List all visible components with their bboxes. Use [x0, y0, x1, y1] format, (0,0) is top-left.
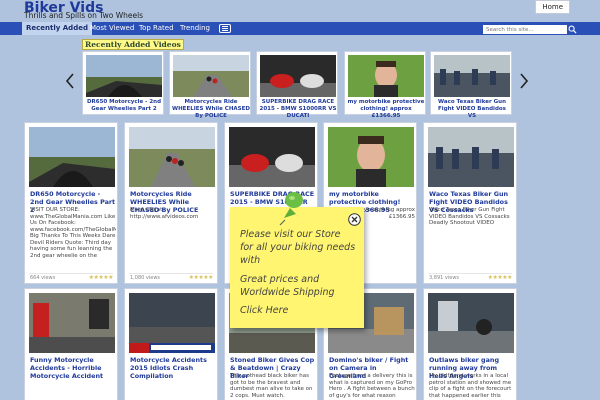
site-tagline: Thrills and Spills on Two Wheels [24, 11, 144, 20]
video-thumbnail[interactable] [229, 127, 315, 187]
video-thumbnail[interactable] [29, 127, 115, 187]
carousel-item[interactable]: my motorbike protective clothing! approx… [344, 51, 426, 119]
video-description: VISIT OUR STORE: www.TheGlobalMania.com … [30, 207, 116, 259]
promo-line: Please visit our Store [240, 229, 341, 240]
video-description: Footage from a delivery this is what is … [329, 373, 415, 399]
recent-videos-heading: Recently Added Videos [82, 39, 184, 50]
video-card[interactable]: DR650 Motorcycle - 2nd Gear Wheelies Par… [24, 122, 118, 284]
rating-stars-icon: ★★★★★ [88, 274, 114, 281]
nav-top-rated[interactable]: Top Rated [139, 22, 174, 35]
promo-click-here-link[interactable]: Click Here [240, 305, 288, 316]
video-thumbnail[interactable] [434, 55, 510, 97]
view-count: 3,891 views [429, 275, 460, 281]
video-card[interactable]: Motorcycles Ride WHEELIES While CHASED B… [124, 122, 218, 284]
carousel-item-title[interactable]: Waco Texas Biker Gun Fight VIDEO Bandido… [433, 99, 511, 120]
search-input[interactable] [483, 25, 567, 34]
carousel-next-arrow-icon[interactable] [518, 71, 530, 91]
video-title[interactable]: Funny Motorcycle Accidents - Horrible Mo… [30, 356, 116, 380]
video-thumbnail[interactable] [29, 293, 115, 353]
video-thumbnail[interactable] [129, 127, 215, 187]
video-description: My girlfriend works in a local petrol st… [429, 373, 512, 400]
main-nav: Recently Added Most Viewed Top Rated Tre… [0, 22, 600, 35]
rating-stars-icon: ★★★★★ [487, 274, 513, 281]
promo-line: Great prices and [240, 274, 320, 285]
carousel-item-title[interactable]: DR650 Motorcycle - 2nd Gear Wheelies Par… [85, 99, 163, 113]
video-thumbnail[interactable] [173, 55, 249, 97]
video-card[interactable]: Waco Texas Biker Gun Fight VIDEO Bandido… [423, 122, 517, 284]
promo-line: for all your biking needs [240, 242, 356, 253]
nav-most-viewed[interactable]: Most Viewed [90, 22, 134, 35]
video-title[interactable]: Motorcycle Accidents 2015 Idiots Crash C… [130, 356, 216, 380]
video-thumbnail[interactable] [428, 127, 514, 187]
nav-trending[interactable]: Trending [180, 22, 210, 35]
menu-icon[interactable] [219, 24, 231, 33]
carousel-item-title[interactable]: Motorcycles Ride WHEELIES While CHASED B… [172, 99, 250, 120]
carousel-item-title[interactable]: SUPERBIKE DRAG RACE 2015 - BMW S1000RR V… [259, 99, 337, 120]
promo-line: Worldwide Shipping [240, 287, 335, 298]
search-icon[interactable] [568, 25, 577, 34]
video-thumbnail[interactable] [129, 293, 215, 353]
video-thumbnail[interactable] [86, 55, 162, 97]
video-description: This pothead black biker has got to be t… [230, 373, 313, 399]
home-button[interactable]: Home [535, 0, 570, 14]
video-card[interactable]: Outlaws biker gang running away from Hel… [423, 288, 517, 400]
carousel-item[interactable]: SUPERBIKE DRAG RACE 2015 - BMW S1000RR V… [256, 51, 338, 119]
site-header: Biker Vids Thrills and Spills on Two Whe… [0, 0, 600, 22]
video-thumbnail[interactable] [348, 55, 424, 97]
close-icon[interactable] [348, 213, 361, 226]
carousel-item[interactable]: Motorcycles Ride WHEELIES While CHASED B… [169, 51, 251, 119]
video-thumbnail[interactable] [428, 293, 514, 353]
nav-recently-added[interactable]: Recently Added [22, 22, 92, 35]
video-card[interactable]: Motorcycle Accidents 2015 Idiots Crash C… [124, 288, 218, 400]
rating-stars-icon: ★★★★★ [188, 274, 214, 281]
video-thumbnail[interactable] [328, 127, 414, 187]
carousel-item[interactable]: DR650 Motorcycle - 2nd Gear Wheelies Par… [82, 51, 164, 115]
carousel-prev-arrow-icon[interactable] [64, 71, 76, 91]
video-card[interactable]: Funny Motorcycle Accidents - Horrible Mo… [24, 288, 118, 400]
promo-line: with [240, 255, 261, 266]
carousel-item-title[interactable]: my motorbike protective clothing! approx… [347, 99, 425, 120]
video-thumbnail[interactable] [260, 55, 336, 97]
carousel-item[interactable]: Waco Texas Biker Gun Fight VIDEO Bandido… [430, 51, 512, 119]
video-description: Waco Texas Biker Gun Fight VIDEO Bandido… [429, 207, 510, 226]
view-count: 1,080 views [130, 275, 161, 281]
recent-carousel: DR650 Motorcycle - 2nd Gear Wheelies Par… [0, 51, 600, 119]
pushpin-icon [279, 192, 303, 226]
video-description: More clip at: http://www.afvideos.com [130, 207, 199, 220]
view-count: 664 views [30, 275, 56, 281]
